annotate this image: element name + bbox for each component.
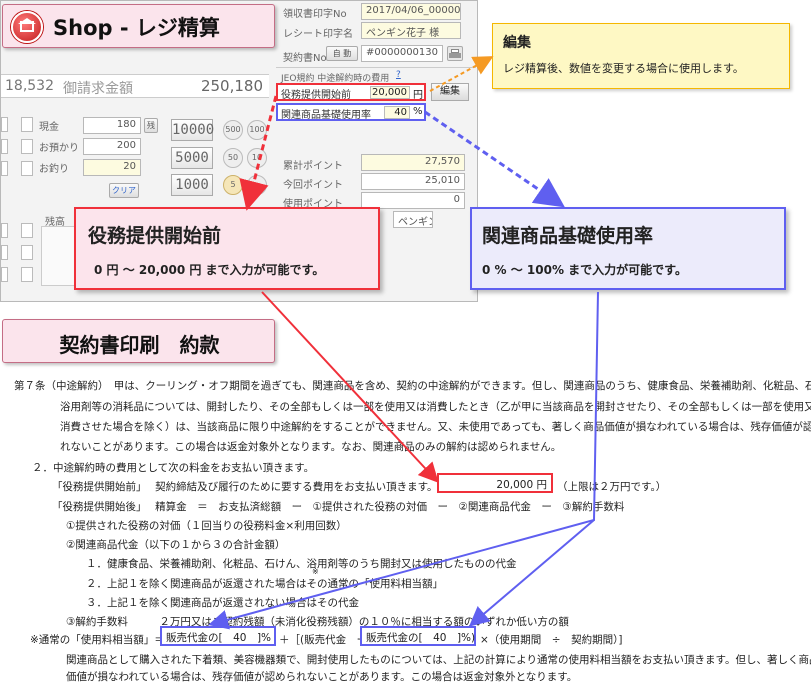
service-dashed-arrow <box>239 95 278 211</box>
rate-solid-arrow-1 <box>208 291 599 630</box>
arrows-overlay <box>208 56 599 630</box>
service-solid-arrow <box>261 291 439 483</box>
edit-arrow <box>429 56 494 92</box>
rate-dashed-arrow <box>424 110 565 208</box>
